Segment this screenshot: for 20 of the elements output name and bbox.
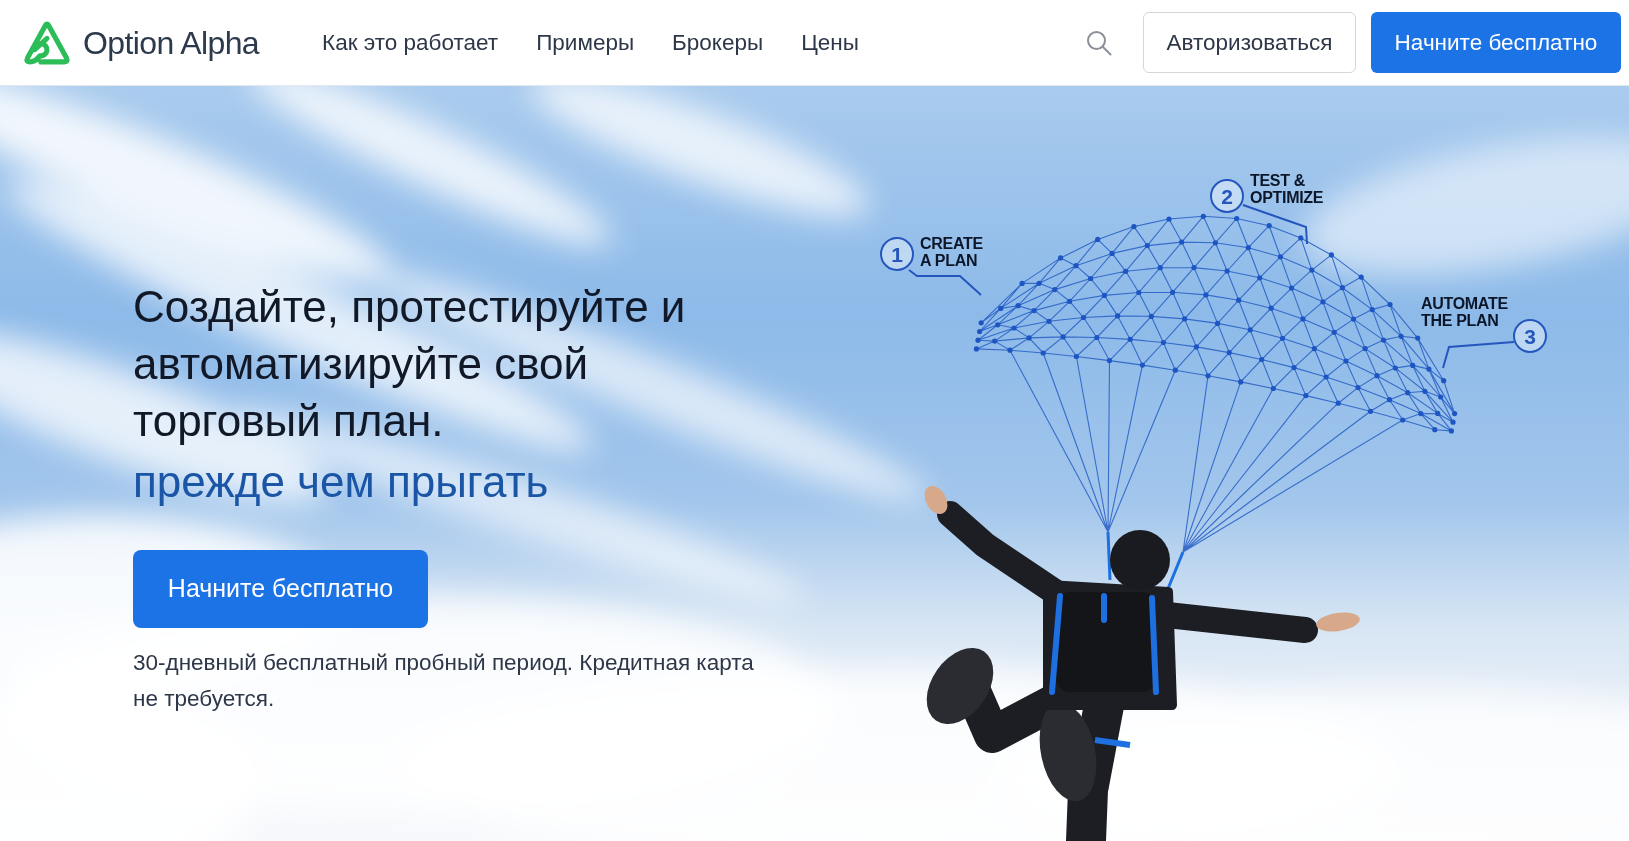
login-button[interactable]: Авторизоваться [1143,12,1356,73]
search-icon [1086,29,1112,56]
step-label: TEST & OPTIMIZE [1250,172,1324,206]
nav-link[interactable]: Примеры [536,25,635,60]
nav-link[interactable]: Брокеры [672,25,764,60]
trial-note: 30-дневный бесплатный пробный период. Кредитная карта не требуется. [133,649,755,713]
hero-heading: Создайте, протестируйте и автоматизируйте свой торговый план. [133,281,687,447]
hero-subheading: прежде чем прыгать [133,456,549,508]
step-number-badge: 2 [1210,179,1244,213]
step-number-badge: 3 [1513,319,1547,353]
cta-button[interactable]: Начните бесплатно [133,550,428,628]
logo-link[interactable]: Option Alpha [22,18,260,67]
start-button[interactable]: Начните бесплатно [1371,12,1621,73]
step-label: AUTOMATE THE PLAN [1421,295,1508,329]
logo-icon [22,19,72,66]
nav-link[interactable]: Цены [801,25,859,60]
step-label: CREATE A PLAN [920,235,983,269]
nav-link[interactable]: Как это работает [322,25,499,60]
step-number-badge: 1 [880,237,914,271]
leader-line [1242,204,1308,245]
